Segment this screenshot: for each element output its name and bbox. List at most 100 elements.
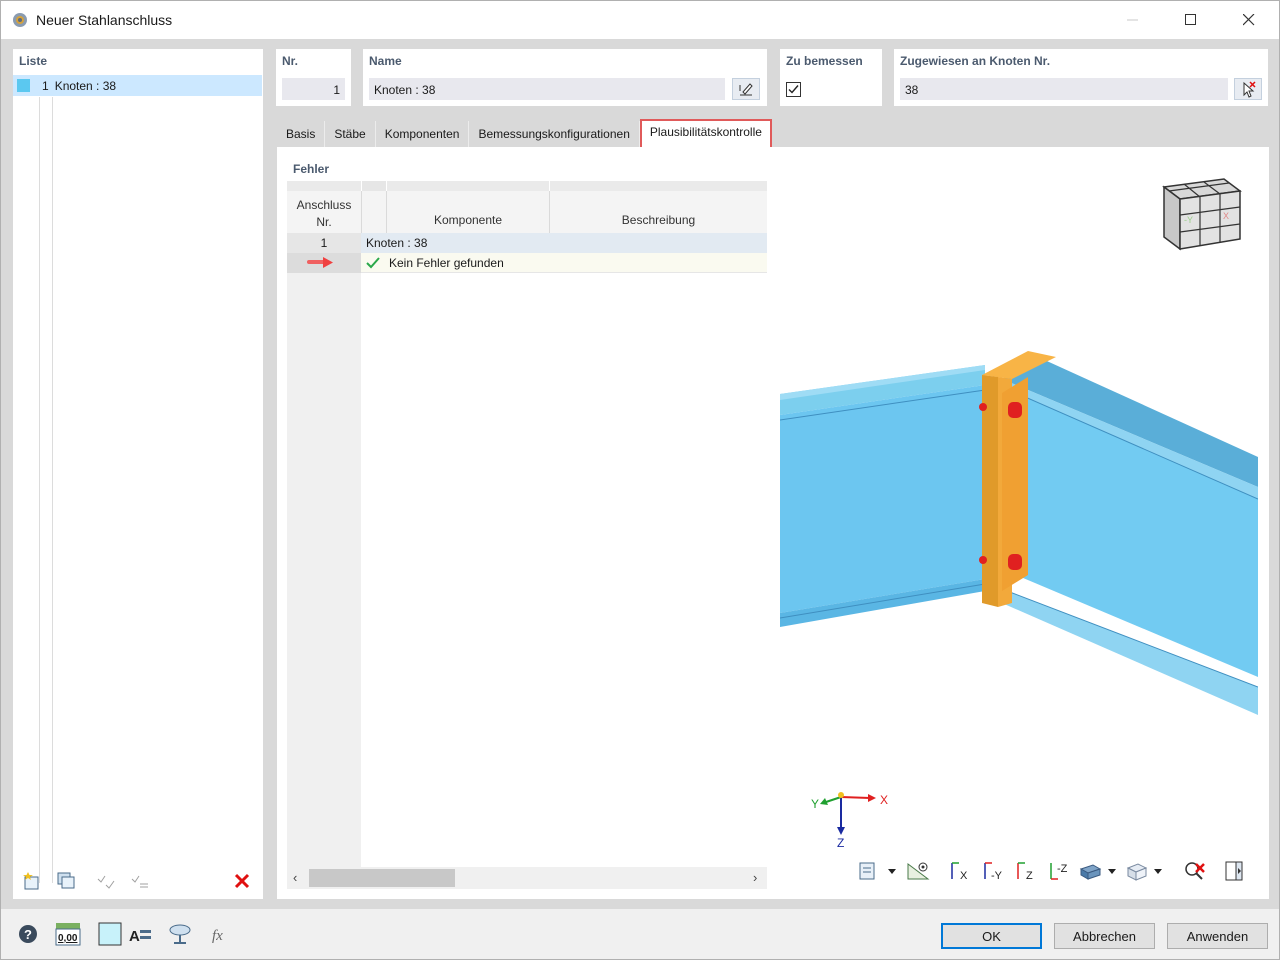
list-panel: Liste 1 Knoten : 38 <box>13 49 263 899</box>
view-minus-y-icon: -Y <box>984 862 1003 882</box>
edit-name-button[interactable] <box>732 78 760 100</box>
delete-button[interactable] <box>229 869 255 893</box>
formula-icon: fx <box>212 928 223 944</box>
maximize-button[interactable] <box>1162 1 1220 39</box>
cube-label-side: X <box>1223 211 1229 221</box>
name-field-group: Name Knoten : 38 <box>363 49 767 106</box>
tab-plausibilitaetskontrolle[interactable]: Plausibilitätskontrolle <box>639 119 772 149</box>
error-description: Kein Fehler gefunden <box>389 255 504 270</box>
zugewiesen-input[interactable]: 38 <box>900 78 1228 100</box>
pick-node-button[interactable] <box>1234 78 1262 100</box>
solid-render-icon <box>1079 864 1116 880</box>
dialog-window: Neuer Stahlanschluss Liste 1 Knoten : 38 <box>0 0 1280 960</box>
apply-button[interactable]: Anwenden <box>1167 923 1268 949</box>
cancel-button[interactable]: Abbrechen <box>1054 923 1155 949</box>
units-value: 0,00 <box>58 933 78 944</box>
delete-icon <box>234 873 250 889</box>
column-header-anschluss[interactable]: Anschluss Nr. <box>287 191 362 233</box>
zu-bemessen-checkbox[interactable] <box>786 82 801 97</box>
horizontal-scrollbar[interactable]: ‹ › <box>287 867 767 889</box>
svg-text:X: X <box>960 870 968 882</box>
column-header-anschluss-line2: Nr. <box>316 215 332 229</box>
view-minus-z-icon: -Z <box>1050 863 1068 880</box>
left-beam-web <box>780 385 985 613</box>
check-all-icon <box>97 875 115 889</box>
bolt <box>979 403 987 411</box>
copy-connection-button[interactable] <box>53 869 79 893</box>
color-swatch-icon <box>98 922 122 946</box>
column-header-anschluss-line1: Anschluss <box>296 198 352 212</box>
axis-triad <box>820 792 876 835</box>
text-format-icon: A <box>129 928 151 945</box>
tab-komponenten[interactable]: Komponenten <box>376 121 470 147</box>
view-minus-z-button[interactable]: -Z <box>1044 859 1074 883</box>
nr-input[interactable]: 1 <box>282 78 345 100</box>
cube-label-front: -Y <box>1184 215 1193 225</box>
current-row-indicator <box>287 253 361 273</box>
tab-bar: Basis Stäbe Komponenten Bemessungskonfig… <box>277 119 772 149</box>
units-button[interactable]: 0,00 <box>55 921 81 947</box>
scroll-left-icon[interactable]: ‹ <box>293 870 297 885</box>
axis-label-z: Z <box>837 836 844 850</box>
check-all-button[interactable] <box>93 869 119 893</box>
list-toolbar <box>13 865 263 899</box>
view-x-icon: X <box>951 862 968 882</box>
text-format-button[interactable]: A <box>127 921 153 947</box>
error-header: Fehler <box>287 157 767 181</box>
tab-basis[interactable]: Basis <box>277 121 326 147</box>
3d-view[interactable]: -Y X X Y Z X -Y Z -Z <box>780 157 1258 889</box>
transparency-dropdown[interactable] <box>1123 859 1165 883</box>
display-options-icon <box>859 862 896 880</box>
close-button[interactable] <box>1220 1 1278 39</box>
uncheck-all-icon <box>131 875 148 888</box>
tab-staebe[interactable]: Stäbe <box>325 121 376 147</box>
scroll-right-icon[interactable]: › <box>753 870 757 885</box>
view-z-button[interactable]: Z <box>1011 859 1041 883</box>
display-button[interactable] <box>167 921 193 947</box>
minimize-icon <box>1127 19 1138 21</box>
column-header-beschreibung[interactable]: Beschreibung <box>550 191 767 233</box>
uncheck-all-button[interactable] <box>127 869 153 893</box>
axis-label-y: Y <box>811 797 819 811</box>
new-connection-button[interactable] <box>19 869 45 893</box>
column-header-komponente[interactable]: Komponente <box>387 191 550 233</box>
bolt <box>979 556 987 564</box>
view-ruler-icon <box>907 862 930 880</box>
name-label: Name <box>369 54 402 68</box>
header-filler <box>362 181 386 191</box>
ok-button[interactable]: OK <box>941 923 1042 949</box>
check-icon <box>366 256 380 268</box>
display-options-dropdown[interactable] <box>857 859 899 883</box>
list-tree-lines <box>39 97 53 883</box>
maximize-icon <box>1185 14 1196 25</box>
svg-text:?: ? <box>24 927 32 942</box>
header-filler <box>550 181 767 191</box>
table-row[interactable]: Kein Fehler gefunden <box>361 253 767 273</box>
scrollbar-thumb[interactable] <box>309 869 455 887</box>
error-panel: Fehler Anschluss Nr. Komponente Beschrei… <box>287 157 767 889</box>
minimize-button[interactable] <box>1104 1 1162 39</box>
list-item-label: Knoten : 38 <box>54 78 117 93</box>
zoom-reset-icon <box>1185 862 1205 880</box>
wireframe-cube-icon <box>1126 863 1162 881</box>
view-minus-y-button[interactable]: -Y <box>978 859 1008 883</box>
list-item[interactable]: 1 Knoten : 38 <box>13 75 262 96</box>
expand-panel-button[interactable] <box>1220 859 1250 883</box>
view-x-button[interactable]: X <box>945 859 975 883</box>
render-mode-dropdown[interactable] <box>1077 859 1119 883</box>
group-row[interactable]: Knoten : 38 <box>361 233 767 253</box>
app-icon <box>13 13 27 27</box>
reset-view-button[interactable] <box>1180 859 1210 883</box>
window-title: Neuer Stahlanschluss <box>36 12 173 28</box>
close-icon <box>1243 14 1255 26</box>
tab-bemessungskonfigurationen[interactable]: Bemessungskonfigurationen <box>469 121 640 147</box>
help-button[interactable]: ? <box>15 921 41 947</box>
formula-button[interactable]: fx <box>209 921 235 947</box>
list-item-number: 1 <box>42 78 49 93</box>
nr-field-group: Nr. 1 <box>276 49 351 106</box>
name-input[interactable]: Knoten : 38 <box>369 78 725 100</box>
column-header-blank <box>362 191 387 233</box>
new-item-icon <box>23 872 39 890</box>
color-button[interactable] <box>97 921 123 947</box>
view-settings-button[interactable] <box>903 859 933 883</box>
